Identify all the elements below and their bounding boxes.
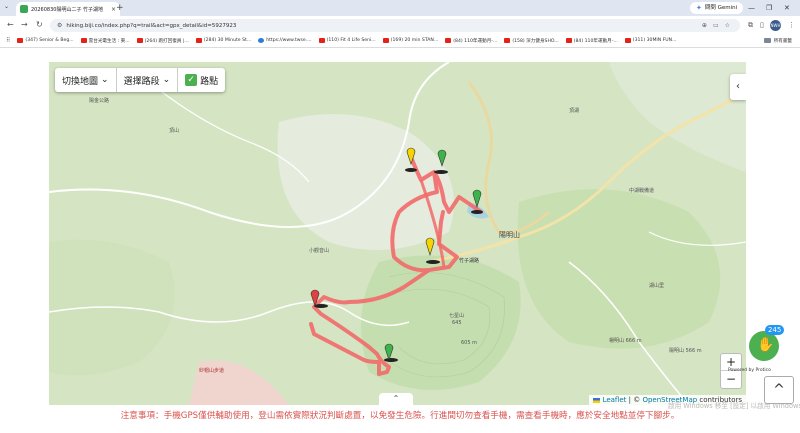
new-tab-button[interactable]: + (116, 2, 124, 14)
map-tiles: 陽明山 竹子湖路 中湖戰備道 陽金公路 頂山 小觀音山 楊明山 666 m 七星… (49, 62, 746, 405)
switch-map-dropdown[interactable]: 切換地圖 ⌄ (55, 68, 117, 92)
youtube-icon (382, 38, 389, 43)
page-content: 陽明山 竹子湖路 中湖戰備道 陽金公路 頂山 小觀音山 楊明山 666 m 七星… (0, 48, 800, 433)
sidepanel-icon[interactable]: ▯ (760, 19, 764, 31)
tab-strip: ⌄ 20260830陽明山二子 竹子湖地 × + ✦ 問問 Gemini — ❐… (0, 0, 800, 16)
trail-map[interactable]: 陽明山 竹子湖路 中湖戰備道 陽金公路 頂山 小觀音山 楊明山 666 m 七星… (49, 62, 746, 405)
browser-tab[interactable]: 20260830陽明山二子 竹子湖地 × (16, 2, 120, 16)
address-url[interactable]: hiking.biji.co/index.php?q=trail&act=gpx… (66, 23, 236, 29)
powered-by-label: Powered by Protico (728, 368, 771, 373)
extensions-icon[interactable]: ⧉ (748, 19, 753, 31)
youtube-icon (445, 38, 452, 43)
restore-icon[interactable]: ❐ (766, 2, 772, 14)
bookmark-item[interactable]: (311) 30MIN FUN... (624, 38, 677, 43)
tab-title: 20260830陽明山二子 竹子湖地 (31, 6, 104, 13)
map-label-peak1-alt: 645 (452, 320, 462, 326)
profile-avatar[interactable]: NWH (770, 20, 781, 31)
gemini-label: 問問 Gemini (704, 5, 738, 11)
map-label-road2: 中湖戰備道 (629, 187, 654, 194)
close-window-icon[interactable]: ✕ (784, 2, 790, 14)
select-route-dropdown[interactable]: 選擇路段 ⌄ (117, 68, 179, 92)
zoom-icon[interactable]: ⊕ (702, 22, 707, 29)
youtube-icon (17, 38, 24, 43)
bookmark-item[interactable]: (84) 110年運動月-... (445, 38, 497, 44)
bookmark-item[interactable]: (110) Fit 4 Life Seni... (318, 38, 376, 43)
chevron-down-icon: ⌄ (101, 75, 109, 85)
bookmarks-bar: ⠿ (347) Senior & Beg... 雲台光電生活 : 東... (2… (0, 34, 800, 48)
expand-map-button[interactable]: ⌃ (379, 393, 413, 405)
youtube-icon (504, 38, 511, 43)
map-label-village: 頂湖 (569, 107, 579, 114)
map-label-station: 楊明山 666 m (609, 337, 642, 344)
youtube-icon (318, 38, 325, 43)
all-bookmarks-button[interactable]: 所有書籤 (763, 34, 792, 47)
bookmark-item[interactable]: 雲台光電生活 : 東... (80, 38, 130, 44)
gemini-icon: ✦ (696, 4, 702, 12)
back-icon[interactable]: ← (7, 19, 14, 31)
map-label-peak2-alt: 605 m (461, 340, 477, 346)
reload-icon[interactable]: ↻ (36, 19, 43, 31)
protico-chat-button[interactable]: ✋ 245 (749, 325, 785, 361)
browser-toolbar: ← → ↻ ⚙ hiking.biji.co/index.php?q=trail… (0, 16, 800, 34)
map-label-peak1: 七星山 (449, 312, 464, 319)
map-label-area: 紗帽山步道 (199, 367, 224, 374)
ukraine-flag-icon (593, 397, 601, 403)
safety-notice: 注意事項：手機GPS僅供輔助使用，登山需依實際狀況判斷處置，以免發生危險。行進間… (120, 411, 680, 421)
omnibox-actions: ⊕ ▭ ☆ (702, 19, 730, 32)
map-label-neighborhood: 陽明山 566 m (669, 347, 702, 354)
bookmark-item[interactable]: https://www.twse.... (258, 38, 312, 43)
notification-count: 245 (765, 325, 785, 335)
zoom-out-button[interactable]: − (721, 371, 741, 388)
bookmark-item[interactable]: (264) 跑打回復員 |... (136, 38, 189, 44)
hand-wave-icon: ✋ (757, 337, 775, 353)
site-info-icon[interactable]: ⚙ (57, 22, 62, 29)
folder-icon (763, 38, 771, 43)
menu-icon[interactable]: ⋮ (788, 19, 795, 31)
forward-icon[interactable]: → (21, 19, 28, 31)
checkbox-checked-icon[interactable]: ✓ (185, 74, 198, 86)
bookmark-item[interactable]: (84) 110年運動月-... (565, 38, 618, 44)
bookmark-star-icon[interactable]: ☆ (725, 22, 730, 29)
youtube-icon (136, 38, 143, 43)
bookmark-item[interactable]: (158) 深力健身SHO... (504, 38, 559, 44)
minimize-icon[interactable]: — (748, 2, 755, 14)
panel-collapse-button[interactable]: ‹ (730, 74, 746, 100)
tab-search-icon[interactable]: ⌄ (4, 3, 9, 10)
address-bar[interactable]: ⚙ hiking.biji.co/index.php?q=trail&act=g… (50, 19, 740, 32)
gemini-button[interactable]: ✦ 問問 Gemini (690, 2, 744, 14)
map-label-district: 陽明山 (499, 230, 520, 239)
scroll-to-top-button[interactable]: ^ (764, 376, 794, 404)
bookmark-item[interactable]: (347) Senior & Beg... (17, 38, 74, 43)
cast-icon[interactable]: ▭ (713, 22, 719, 29)
bookmark-item[interactable]: (169) 20 min STAN... (382, 38, 438, 43)
globe-icon (258, 38, 265, 43)
apps-icon[interactable]: ⠿ (6, 37, 10, 44)
leaflet-link[interactable]: Leaflet (603, 396, 627, 404)
map-control-bar: 切換地圖 ⌄ 選擇路段 ⌄ ✓ 路點 (55, 68, 226, 92)
map-label-road3: 陽金公路 (89, 97, 109, 104)
map-label-peak: 頂山 (169, 127, 179, 134)
youtube-icon (195, 38, 202, 43)
site-favicon-icon (20, 5, 28, 13)
youtube-icon (80, 38, 87, 43)
map-label-residence: 湖山里 (649, 282, 664, 289)
bookmark-item[interactable]: (284) 30 Minute St... (195, 38, 251, 43)
waypoints-toggle[interactable]: ✓ 路點 (178, 68, 225, 92)
youtube-icon (565, 38, 572, 43)
map-label-peak-small: 小觀音山 (309, 247, 329, 254)
chevron-down-icon: ⌄ (162, 75, 171, 85)
youtube-icon (624, 38, 631, 43)
map-label-road: 竹子湖路 (459, 257, 479, 264)
